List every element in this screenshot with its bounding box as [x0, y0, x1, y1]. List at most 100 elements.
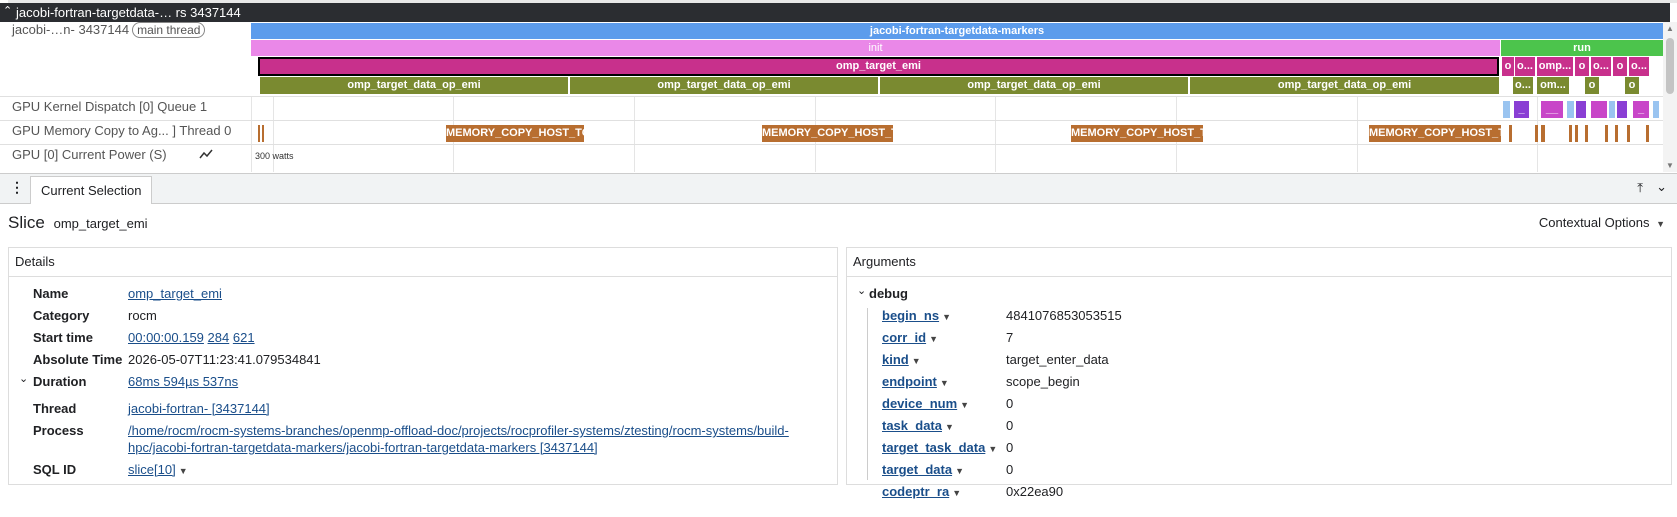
- arg-key[interactable]: target_task_data ▼: [882, 440, 997, 455]
- arg-key[interactable]: begin_ns ▼: [882, 308, 951, 323]
- maximize-panel-icon[interactable]: ⤒: [1637, 180, 1643, 196]
- run-child-slice[interactable]: om...: [1537, 77, 1569, 94]
- caret-down-icon[interactable]: ▼: [988, 444, 997, 454]
- arg-key[interactable]: device_num ▼: [882, 396, 969, 411]
- arg-group-label: debug: [869, 286, 908, 301]
- start-time-link[interactable]: 00:00:00.159: [128, 330, 204, 345]
- memcopy-slice[interactable]: [1585, 125, 1588, 142]
- kernel-slice[interactable]: [1609, 101, 1615, 118]
- thread-link[interactable]: jacobi-fortran- [3437144]: [128, 401, 270, 416]
- slice-op-emi[interactable]: omp_target_data_op_emi: [260, 77, 569, 94]
- memcopy-slice[interactable]: [1605, 125, 1608, 142]
- memcopy-slice[interactable]: [1541, 125, 1545, 142]
- kernel-slice[interactable]: [1617, 101, 1627, 118]
- track-group-header[interactable]: ⌃ jacobi-fortran-targetdata-… rs 3437144: [0, 3, 1670, 22]
- kernel-slice[interactable]: __: [1541, 101, 1563, 118]
- contextual-options-label: Contextual Options: [1538, 215, 1650, 230]
- arg-key[interactable]: endpoint ▼: [882, 374, 949, 389]
- memcopy-slice[interactable]: [1627, 125, 1630, 142]
- memcopy-slice[interactable]: [262, 125, 264, 142]
- slice-name: omp_target_emi: [53, 216, 148, 231]
- run-child-slice[interactable]: o: [1502, 57, 1514, 76]
- memcopy-slice[interactable]: [1615, 125, 1618, 142]
- scrollbar-thumb[interactable]: [1666, 38, 1674, 94]
- slice-op-emi[interactable]: omp_target_data_op_emi: [1190, 77, 1499, 94]
- chevron-up-icon[interactable]: ⌃: [3, 2, 12, 21]
- process-link[interactable]: hpc/jacobi-fortran-targetdata-markers/ja…: [128, 440, 598, 455]
- run-child-slice[interactable]: o...: [1515, 57, 1535, 76]
- caret-down-icon[interactable]: ▼: [952, 488, 961, 498]
- arg-key[interactable]: codeptr_ra ▼: [882, 484, 961, 499]
- kernel-slice[interactable]: _: [1514, 101, 1529, 118]
- memcopy-slice[interactable]: [1535, 125, 1538, 142]
- kernel-slice[interactable]: _: [1633, 101, 1649, 118]
- run-child-slice[interactable]: o: [1585, 77, 1599, 94]
- caret-down-icon[interactable]: ▼: [955, 466, 964, 476]
- run-child-slice[interactable]: o: [1575, 57, 1589, 76]
- sql-id-link[interactable]: slice[10]: [128, 462, 176, 477]
- power-track-label[interactable]: GPU [0] Current Power (S): [12, 147, 167, 162]
- memcopy-slice[interactable]: [1575, 125, 1578, 142]
- chevron-down-icon[interactable]: ⌄: [19, 372, 28, 385]
- arg-key[interactable]: corr_id ▼: [882, 330, 938, 345]
- slice-run[interactable]: run: [1501, 40, 1663, 56]
- memcopy-track-label[interactable]: GPU Memory Copy to Ag... ] Thread 0: [12, 123, 231, 138]
- memcopy-slice[interactable]: [258, 125, 260, 142]
- slice-root[interactable]: jacobi-fortran-targetdata-markers: [251, 23, 1663, 39]
- chevron-down-icon[interactable]: ⌄: [1656, 179, 1667, 195]
- arg-key[interactable]: task_data ▼: [882, 418, 954, 433]
- arg-key[interactable]: kind ▼: [882, 352, 921, 367]
- process-link[interactable]: /home/rocm/rocm-systems-branches/openmp-…: [128, 423, 789, 438]
- memcopy-slice[interactable]: MEMORY_COPY_HOST_TO_...: [1071, 125, 1203, 142]
- caret-down-icon[interactable]: ▼: [912, 356, 921, 366]
- memcopy-slice[interactable]: MEMORY_COPY_HOST_TO_...: [762, 125, 893, 142]
- tab-current-selection[interactable]: Current Selection: [30, 176, 153, 204]
- memcopy-slice[interactable]: [1569, 125, 1572, 142]
- run-child-slice[interactable]: o: [1625, 77, 1639, 94]
- memcopy-slice[interactable]: [1509, 125, 1512, 142]
- slice-omp-target-emi-selected[interactable]: omp_target_emi: [258, 57, 1499, 76]
- scroll-down-icon[interactable]: ▼: [1666, 161, 1674, 170]
- duration-link[interactable]: 68ms 594µs 537ns: [128, 374, 238, 389]
- slice-op-emi[interactable]: omp_target_data_op_emi: [880, 77, 1189, 94]
- detail-name-link[interactable]: omp_target_emi: [128, 286, 222, 301]
- kernel-slice[interactable]: [1591, 101, 1607, 118]
- start-time-link[interactable]: 284: [208, 330, 230, 345]
- run-child-slice[interactable]: o...: [1591, 57, 1611, 76]
- track-group-title: jacobi-fortran-targetdata-… rs 3437144: [16, 5, 241, 20]
- kernel-slice[interactable]: [1567, 101, 1574, 118]
- memcopy-slice[interactable]: MEMORY_COPY_HOST_TO_D...: [446, 125, 584, 142]
- arg-value: 7: [1006, 330, 1014, 345]
- run-child-slice[interactable]: o...: [1513, 77, 1533, 94]
- arg-key[interactable]: target_data ▼: [882, 462, 964, 477]
- run-child-slice[interactable]: omp...: [1537, 57, 1573, 76]
- caret-down-icon[interactable]: ▼: [940, 378, 949, 388]
- line-chart-icon[interactable]: [199, 148, 213, 160]
- thread-name: jacobi-…n- 3437144: [12, 22, 130, 37]
- memcopy-slice[interactable]: [1646, 125, 1649, 142]
- caret-down-icon[interactable]: ▼: [960, 400, 969, 410]
- scroll-up-icon[interactable]: ▲: [1666, 24, 1674, 33]
- run-child-slice[interactable]: o: [1613, 57, 1627, 76]
- slice-init[interactable]: init: [251, 40, 1500, 56]
- caret-down-icon[interactable]: ▼: [179, 466, 188, 476]
- arg-value: scope_begin: [1006, 374, 1080, 389]
- kebab-menu-icon[interactable]: ⋮: [10, 179, 24, 196]
- slice-row-depth2: omp_target_emi o o... omp... o o... o o.…: [251, 57, 1663, 76]
- contextual-options-button[interactable]: Contextual Options ▼: [1539, 215, 1665, 230]
- start-time-link[interactable]: 621: [233, 330, 255, 345]
- kernel-slice[interactable]: [1653, 101, 1659, 118]
- kernel-slice[interactable]: [1576, 101, 1586, 118]
- caret-down-icon[interactable]: ▼: [942, 312, 951, 322]
- run-child-slice[interactable]: o...: [1629, 57, 1649, 76]
- memcopy-slice[interactable]: MEMORY_COPY_HOST_TO_...: [1369, 125, 1501, 142]
- caret-down-icon[interactable]: ▼: [945, 422, 954, 432]
- kernel-slice[interactable]: [1503, 101, 1510, 118]
- chevron-down-icon[interactable]: ⌄: [857, 284, 866, 297]
- thread-track-label[interactable]: jacobi-…n- 3437144 main thread: [12, 22, 206, 38]
- trace-scrollbar[interactable]: ▲ ▼: [1663, 22, 1677, 172]
- slice-header: Slice omp_target_emi: [8, 213, 148, 233]
- slice-op-emi[interactable]: omp_target_data_op_emi: [570, 77, 879, 94]
- caret-down-icon[interactable]: ▼: [929, 334, 938, 344]
- kernel-track-label[interactable]: GPU Kernel Dispatch [0] Queue 1: [12, 99, 207, 114]
